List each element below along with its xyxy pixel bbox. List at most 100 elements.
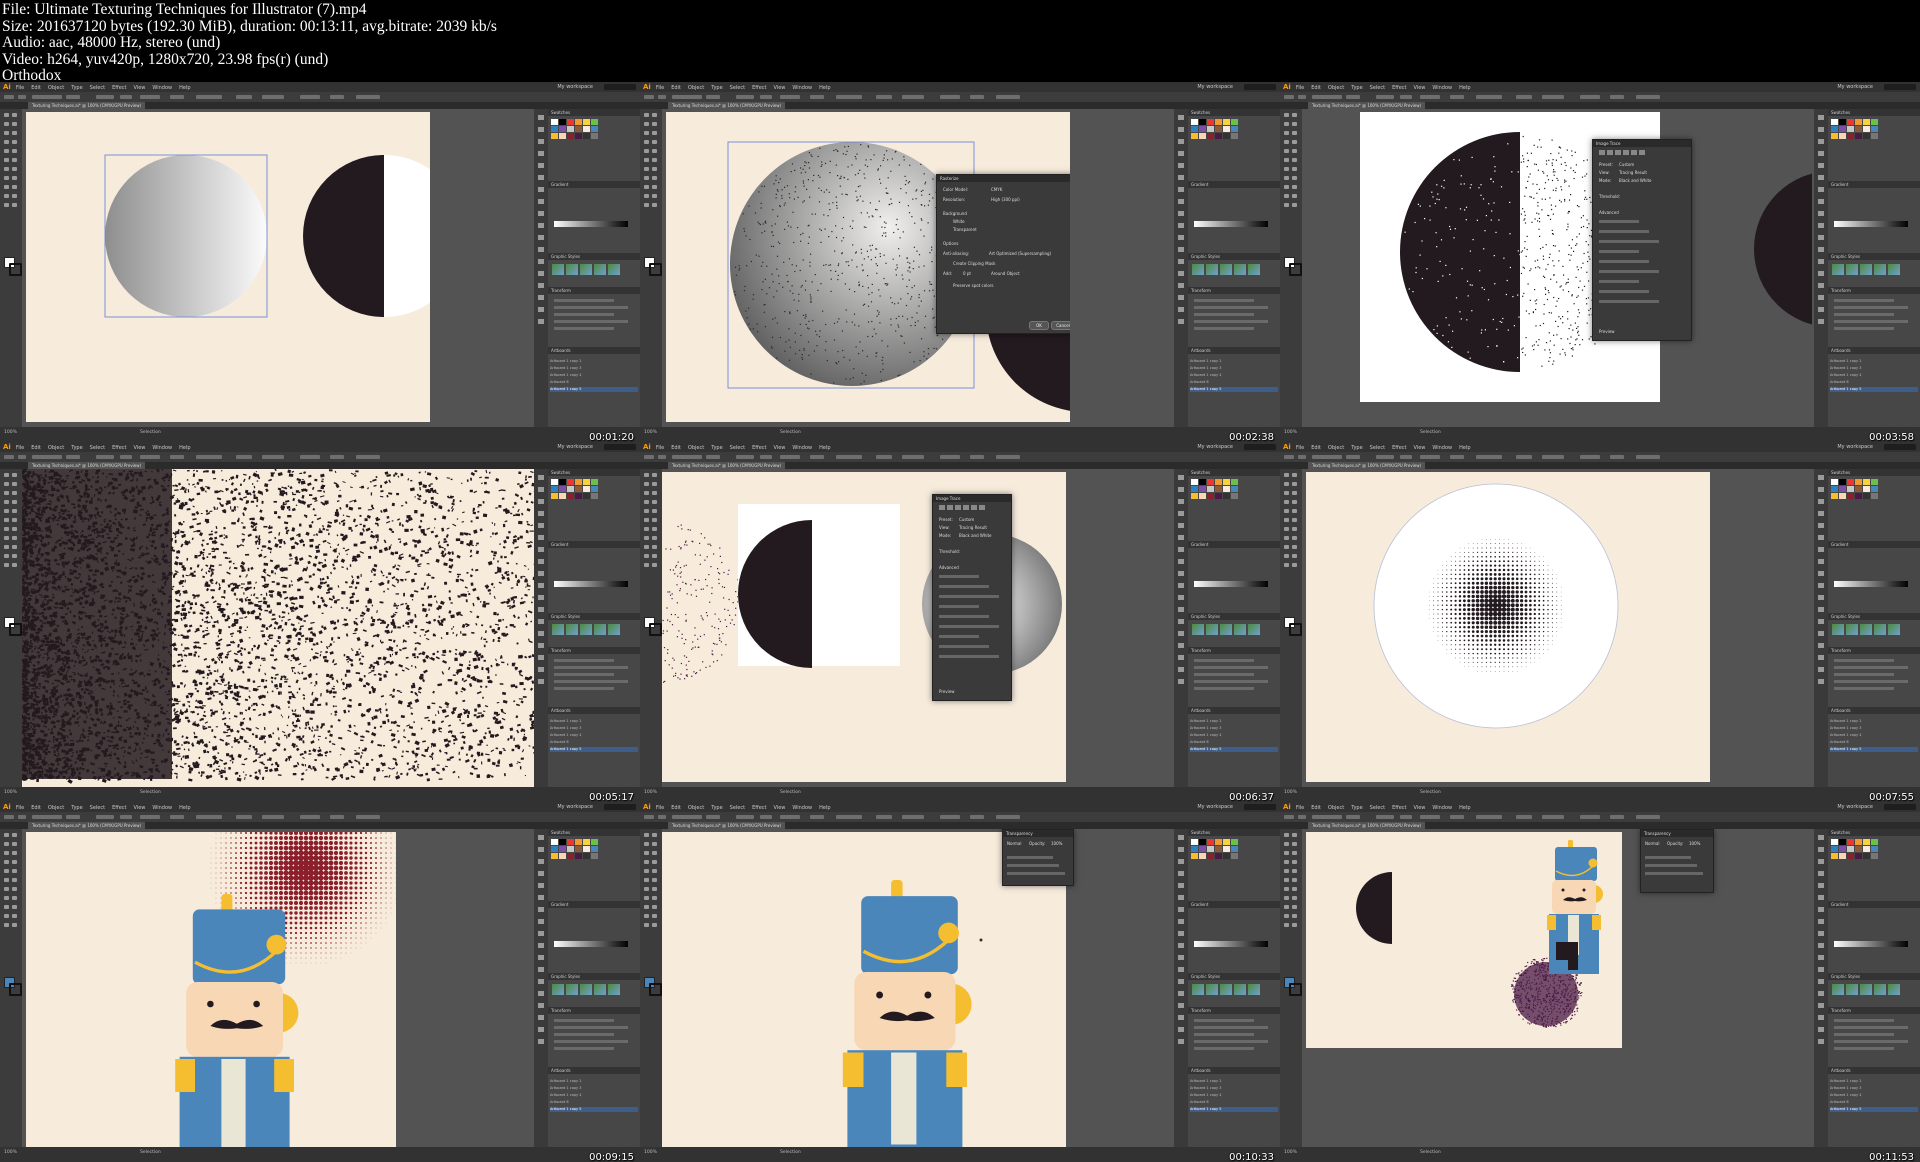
artboard-row[interactable]: Artboard 1 copy 3 xyxy=(1190,726,1278,731)
menu-item-help[interactable]: Help xyxy=(179,85,190,91)
panel-icon[interactable] xyxy=(1818,139,1824,144)
swatches-panel-tab[interactable]: Swatches xyxy=(1828,109,1920,116)
panel-icon[interactable] xyxy=(1178,535,1184,540)
tool-icon[interactable] xyxy=(1284,923,1289,927)
gradient-slider[interactable] xyxy=(1834,941,1908,947)
panel-icon[interactable] xyxy=(538,307,544,312)
artboard-row[interactable]: Artboard 1 copy 5 xyxy=(1830,747,1918,752)
panel-icon[interactable] xyxy=(1818,931,1824,936)
gradient-slider[interactable] xyxy=(1194,581,1268,587)
tool-icon[interactable] xyxy=(1284,491,1289,495)
tool-icon[interactable] xyxy=(1284,194,1289,198)
artboard-row[interactable]: Artboard 1 copy 3 xyxy=(550,726,638,731)
canvas-pasteboard[interactable] xyxy=(22,829,534,1147)
panel-icon[interactable] xyxy=(1178,1039,1184,1044)
panel-icon[interactable] xyxy=(1178,607,1184,612)
tool-icon[interactable] xyxy=(1292,509,1297,513)
artboard-row[interactable]: Artboard 1 copy 2 xyxy=(1190,359,1278,364)
tool-icon[interactable] xyxy=(1292,860,1297,864)
panel-icon[interactable] xyxy=(1178,571,1184,576)
tool-icon[interactable] xyxy=(4,869,9,873)
tool-icon[interactable] xyxy=(4,896,9,900)
panel-icon[interactable] xyxy=(1178,619,1184,624)
graphic-style-swatches[interactable] xyxy=(1832,624,1902,635)
artboard-row[interactable]: Artboard 1 copy 3 xyxy=(550,1086,638,1091)
panel-icon[interactable] xyxy=(1178,163,1184,168)
menu-item-object[interactable]: Object xyxy=(688,805,704,811)
tool-icon[interactable] xyxy=(12,167,17,171)
tool-icon[interactable] xyxy=(644,131,649,135)
tool-icon[interactable] xyxy=(644,536,649,540)
tool-icon[interactable] xyxy=(644,185,649,189)
tool-icon[interactable] xyxy=(644,887,649,891)
menu-item-window[interactable]: Window xyxy=(152,805,172,811)
artboard[interactable] xyxy=(22,469,534,787)
panel-icon[interactable] xyxy=(538,247,544,252)
panel-icon[interactable] xyxy=(1818,955,1824,960)
swatches-panel-tab[interactable]: Swatches xyxy=(1188,829,1280,836)
workspace-switcher[interactable]: My workspace xyxy=(1837,82,1873,92)
resolution-select[interactable]: High (300 ppi) xyxy=(991,197,1020,202)
artboard[interactable] xyxy=(1306,472,1710,782)
tool-icon[interactable] xyxy=(12,482,17,486)
canvas-pasteboard[interactable] xyxy=(22,109,534,427)
menu-item-type[interactable]: Type xyxy=(711,805,722,811)
trace-option-row[interactable] xyxy=(939,615,989,618)
color-model-select[interactable]: CMYK xyxy=(991,187,1002,192)
tool-icon[interactable] xyxy=(652,158,657,162)
tool-icon[interactable] xyxy=(4,923,9,927)
artboard-row[interactable]: Artboard 1 copy 4 xyxy=(1830,733,1918,738)
transform-panel-tab[interactable]: Transform xyxy=(548,647,640,654)
panel-icon[interactable] xyxy=(1178,835,1184,840)
panel-icon[interactable] xyxy=(538,643,544,648)
panel-icon[interactable] xyxy=(1178,235,1184,240)
add-value-input[interactable]: 0 pt xyxy=(963,271,971,276)
menu-item-edit[interactable]: Edit xyxy=(1311,805,1321,811)
mode-select[interactable]: Black and White xyxy=(1619,178,1652,183)
tool-icon[interactable] xyxy=(1292,923,1297,927)
tool-icon[interactable] xyxy=(652,113,657,117)
tool-icon[interactable] xyxy=(1284,545,1289,549)
menu-item-effect[interactable]: Effect xyxy=(112,85,126,91)
menu-item-window[interactable]: Window xyxy=(152,85,172,91)
tool-icon[interactable] xyxy=(1292,131,1297,135)
artboard-row[interactable]: Artboard 1 copy 5 xyxy=(1830,1107,1918,1112)
graphic-styles-panel-tab[interactable]: Graphic Styles xyxy=(548,613,640,620)
panel-icon[interactable] xyxy=(538,175,544,180)
blend-mode-select[interactable]: Normal xyxy=(1645,841,1659,846)
tool-icon[interactable] xyxy=(644,923,649,927)
tool-icon[interactable] xyxy=(1292,851,1297,855)
tool-icon[interactable] xyxy=(644,842,649,846)
canvas-pasteboard[interactable]: Image TracePreset:CustomView:Tracing Res… xyxy=(1302,109,1814,427)
panel-icon[interactable] xyxy=(538,187,544,192)
menu-item-object[interactable]: Object xyxy=(48,445,64,451)
panel-icon[interactable] xyxy=(1178,475,1184,480)
tool-icon[interactable] xyxy=(644,545,649,549)
tool-icon[interactable] xyxy=(12,923,17,927)
panel-icon[interactable] xyxy=(1818,115,1824,120)
menu-item-window[interactable]: Window xyxy=(1432,805,1452,811)
tool-icon[interactable] xyxy=(12,122,17,126)
tool-icon[interactable] xyxy=(652,509,657,513)
tool-icon[interactable] xyxy=(652,905,657,909)
tool-icon[interactable] xyxy=(12,896,17,900)
gradient-panel-tab[interactable]: Gradient xyxy=(548,541,640,548)
artboard-row[interactable]: Artboard 1 copy 2 xyxy=(1830,1079,1918,1084)
tool-icon[interactable] xyxy=(4,500,9,504)
menu-item-view[interactable]: View xyxy=(134,85,146,91)
panel-icon[interactable] xyxy=(1818,883,1824,888)
tool-icon[interactable] xyxy=(1292,473,1297,477)
tool-icon[interactable] xyxy=(644,527,649,531)
menu-item-view[interactable]: View xyxy=(1414,805,1426,811)
graphic-style-swatches[interactable] xyxy=(1192,624,1262,635)
panel-icon[interactable] xyxy=(1178,199,1184,204)
tool-icon[interactable] xyxy=(652,167,657,171)
tool-icon[interactable] xyxy=(1284,833,1289,837)
panel-icon[interactable] xyxy=(1178,559,1184,564)
artboards-panel-tab[interactable]: Artboards xyxy=(548,1067,640,1074)
panel-icon[interactable] xyxy=(538,967,544,972)
panel-icon[interactable] xyxy=(538,475,544,480)
swatch-grid[interactable] xyxy=(1831,839,1878,859)
tool-icon[interactable] xyxy=(644,869,649,873)
panel-icon[interactable] xyxy=(1818,1027,1824,1032)
